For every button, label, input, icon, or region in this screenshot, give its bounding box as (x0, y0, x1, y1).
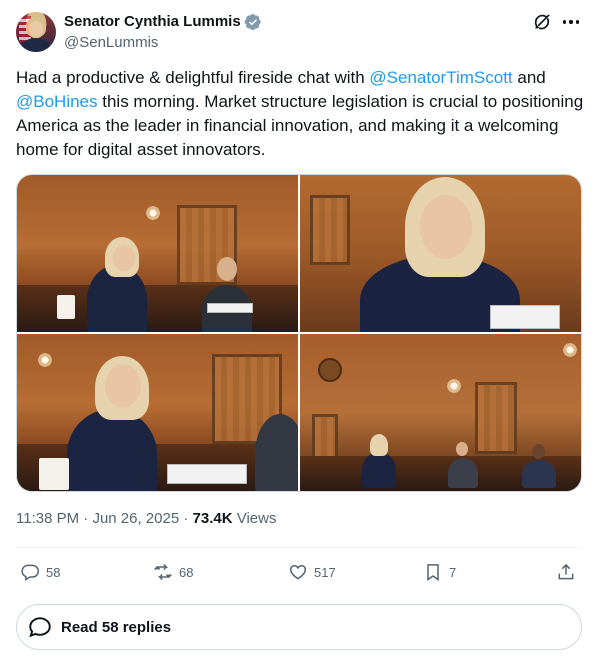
tweet-date[interactable]: Jun 26, 2025 (92, 510, 179, 527)
name-placard (490, 305, 560, 329)
person-head (532, 444, 545, 459)
coffee-cup (57, 295, 75, 319)
photo-3[interactable] (17, 334, 298, 491)
repost-button[interactable]: 68 (153, 556, 193, 588)
reply-count: 58 (46, 564, 61, 580)
meta-separator: · (179, 510, 193, 527)
person-hair (370, 434, 388, 456)
more-dot (562, 20, 567, 24)
bookmark-count: 7 (449, 564, 457, 580)
read-replies-label: Read 58 replies (61, 618, 172, 636)
photo-2[interactable] (300, 175, 581, 332)
wall-panel (310, 195, 350, 265)
mention-link[interactable]: @SenatorTimScott (369, 68, 512, 87)
more-icon[interactable] (560, 12, 582, 32)
tweet-text-part: Had a productive & delightful fireside c… (16, 68, 370, 87)
like-button[interactable]: 517 (288, 556, 336, 588)
person (362, 452, 396, 488)
reply-icon (21, 564, 40, 581)
views-count: 73.4K (192, 510, 233, 527)
reply-button[interactable]: 58 (20, 556, 60, 588)
person-head (456, 442, 468, 456)
repost-count: 68 (179, 564, 194, 580)
divider (16, 547, 582, 548)
avatar-face (29, 21, 43, 37)
person-head (113, 245, 135, 271)
share-button[interactable] (556, 556, 576, 588)
verified-badge-icon (244, 13, 261, 31)
person (522, 460, 556, 488)
mention-link[interactable]: @BoHines (16, 92, 98, 111)
meta-separator: · (79, 510, 93, 527)
grok-icon[interactable] (532, 12, 552, 32)
heart-icon (289, 564, 307, 580)
tweet-text-part: and (512, 68, 546, 87)
seal (318, 358, 342, 382)
tweet-text-part: this morning. Market structure legislati… (16, 92, 584, 159)
person (67, 409, 157, 491)
bookmark-icon (427, 564, 439, 581)
speech-bubble-icon (29, 617, 51, 638)
display-name[interactable]: Senator Cynthia Lummis (64, 12, 241, 32)
more-dot (569, 20, 573, 24)
name-row: Senator Cynthia Lummis (64, 12, 262, 32)
more-dot (575, 20, 580, 24)
tweet-text: Had a productive & delightful fireside c… (16, 66, 584, 162)
tweet-time[interactable]: 11:38 PM (16, 510, 79, 527)
wall-panel (312, 414, 338, 460)
coffee-cup (39, 458, 69, 490)
avatar[interactable] (16, 12, 56, 52)
person (255, 414, 298, 491)
repost-icon (154, 563, 172, 581)
action-bar: 58 68 517 7 (16, 556, 582, 588)
ceiling-light (145, 205, 161, 221)
like-count: 517 (314, 564, 336, 580)
avatar-body (22, 38, 50, 52)
handle[interactable]: @SenLummis (64, 33, 158, 53)
wall-panel (475, 382, 517, 454)
name-placard (167, 464, 247, 484)
share-icon (558, 563, 574, 580)
person-head (217, 257, 237, 281)
photo-4[interactable] (300, 334, 581, 491)
photo-1[interactable] (17, 175, 298, 332)
media-grid (16, 174, 582, 492)
ceiling-light (37, 352, 53, 368)
read-replies-button[interactable]: Read 58 replies (16, 604, 582, 650)
views-label: Views (232, 510, 277, 527)
tweet-header: Senator Cynthia Lummis @SenLummis (16, 12, 582, 52)
person-head (105, 364, 141, 408)
person-head (420, 195, 472, 259)
ceiling-light (446, 378, 462, 394)
name-placard (207, 303, 253, 313)
bookmark-button[interactable]: 7 (423, 556, 456, 588)
ceiling-light (562, 342, 578, 358)
person (448, 458, 478, 488)
tweet-meta: 11:38 PM · Jun 26, 2025 · 73.4K Views (16, 509, 276, 529)
